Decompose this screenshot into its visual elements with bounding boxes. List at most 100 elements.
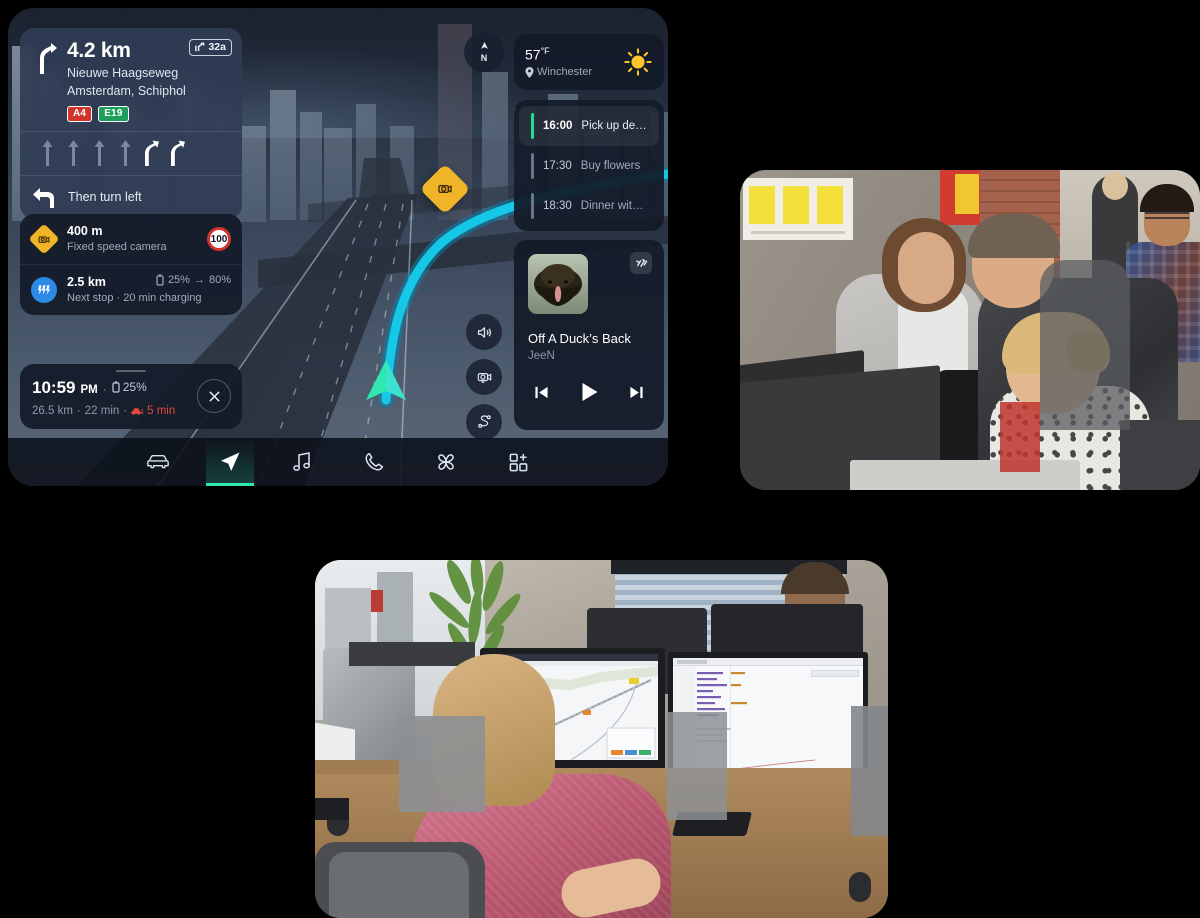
trip-sep-2: · [123,405,128,417]
weather-widget[interactable]: 57°F Winchester [514,34,664,90]
close-navigation-button[interactable] [197,379,231,414]
photo-engineer-at-workstation [315,560,888,918]
tab-phone[interactable] [350,438,398,486]
weather-location: Winchester [537,66,593,79]
monitor-base [850,460,1080,490]
red-chair [1000,402,1040,472]
calendar-event-item[interactable]: 17:30 Buy flowers [519,146,659,186]
tab-climate[interactable] [422,438,470,486]
track-title: Off A Duck’s Back [528,331,631,346]
album-artwork [528,254,588,314]
traffic-delay-value: 5 min [147,405,176,417]
weather-location-row: Winchester [525,66,592,78]
speed-camera-badge [28,223,60,255]
route-overview-button[interactable] [466,404,502,440]
mouse-right [849,872,871,902]
track-artist: JeeN [528,350,555,362]
lane-item [60,140,86,166]
weather-unit: °F [540,45,550,56]
battery-status: 25% [112,377,147,398]
cubicle-panel-center [667,712,727,820]
ev-charging-badge [31,277,57,303]
lane-straight-icon [68,140,78,166]
music-note-icon [293,452,310,471]
keyboard-left [315,798,349,820]
compass-north-label: N [480,52,488,63]
voice-guidance-button[interactable] [466,314,502,350]
turn-slight-right-icon [40,43,57,74]
play-button[interactable] [580,382,599,407]
then-maneuver-label: Then turn left [68,190,142,204]
trip-distance: 26.5 km [32,405,73,417]
wall-poster [743,178,853,240]
media-player-widget: Off A Duck’s Back JeeN [514,240,664,430]
maneuver-arrow [32,39,58,122]
previous-track-button[interactable] [534,385,549,405]
calendar-event-item[interactable]: 18:30 Dinner with Ivy [519,186,659,226]
nav-street-line1: Nieuwe Haagseweg [67,66,179,80]
drag-handle[interactable] [116,369,146,372]
motorway-exit-icon [195,42,205,52]
speed-camera-icon [38,235,50,243]
monitor-right [1120,420,1200,490]
album-art-image [528,254,588,314]
alert-icon-wrap [31,277,57,303]
calendar-event-item[interactable]: 16:00 Pick up delivery [519,106,659,146]
compass-north-icon [480,41,488,49]
lane-item [86,140,112,166]
media-controls [528,382,650,407]
climate-fan-icon [438,454,454,470]
compass-button[interactable]: N [464,32,504,72]
event-time: 16:00 [543,120,573,132]
play-icon [582,383,597,401]
equalizer-button[interactable] [630,252,652,274]
woman-face [898,232,954,304]
previous-track-icon [535,386,548,398]
page-canvas: N 4.2 km Nieuwe Haagseweg Amsterdam, Sch… [0,0,1200,918]
bottom-tab-bar [8,438,668,486]
lane-straight-icon [120,140,130,166]
close-icon [208,391,220,402]
alert-charging-stop[interactable]: 2.5 km Next stop · 20 min charging 25% →… [20,264,242,315]
car-head-unit-display: N 4.2 km Nieuwe Haagseweg Amsterdam, Sch… [8,8,668,486]
event-accent-bar [531,153,534,179]
tab-apps[interactable] [494,438,542,486]
road-shield-a4: A4 [67,106,93,122]
lane-item [34,140,60,166]
trip-sep-1: · [76,405,81,417]
tab-vehicle[interactable] [134,438,182,486]
next-track-button[interactable] [629,385,644,405]
alert-description: Next stop · 20 min charging [67,292,202,304]
lane-item-active [164,140,190,166]
navigation-instruction-card: 4.2 km Nieuwe Haagseweg Amsterdam, Schip… [20,28,242,219]
weather-temperature: 57 [525,46,541,63]
then-maneuver-row: Then turn left [20,175,242,219]
calendar-widget: 16:00 Pick up delivery 17:30 Buy flowers… [514,100,664,231]
lane-item [112,140,138,166]
navigation-arrow-icon [221,452,240,471]
turn-left-icon [33,188,54,208]
eta-separator: · [102,382,107,396]
battery-icon [156,274,164,286]
office-chair-back [1040,260,1130,430]
phone-icon [365,452,384,471]
tab-media[interactable] [278,438,326,486]
battery-projection: 25% → 80% [156,274,231,286]
event-time: 17:30 [543,160,572,172]
traffic-jam-icon [131,408,144,415]
speed-camera-icon [438,185,452,193]
yellow-wall-sign [955,174,979,214]
lane-item-active [138,140,164,166]
map-pin-icon [525,66,534,78]
tab-navigation[interactable] [206,438,254,486]
exit-number: 32a [208,41,226,53]
report-camera-button[interactable] [466,359,502,395]
report-camera-icon [477,372,491,383]
battery-icon [112,381,120,393]
equalizer-icon [635,258,647,267]
nav-primary-row: 4.2 km Nieuwe Haagseweg Amsterdam, Schip… [20,28,242,131]
alerts-card: 400 m Fixed speed camera 100 2.5 km Next… [20,214,242,315]
trip-duration: 22 min [84,405,120,417]
alert-speed-camera[interactable]: 400 m Fixed speed camera 100 [20,214,242,264]
event-title: Buy flowers [580,160,641,172]
